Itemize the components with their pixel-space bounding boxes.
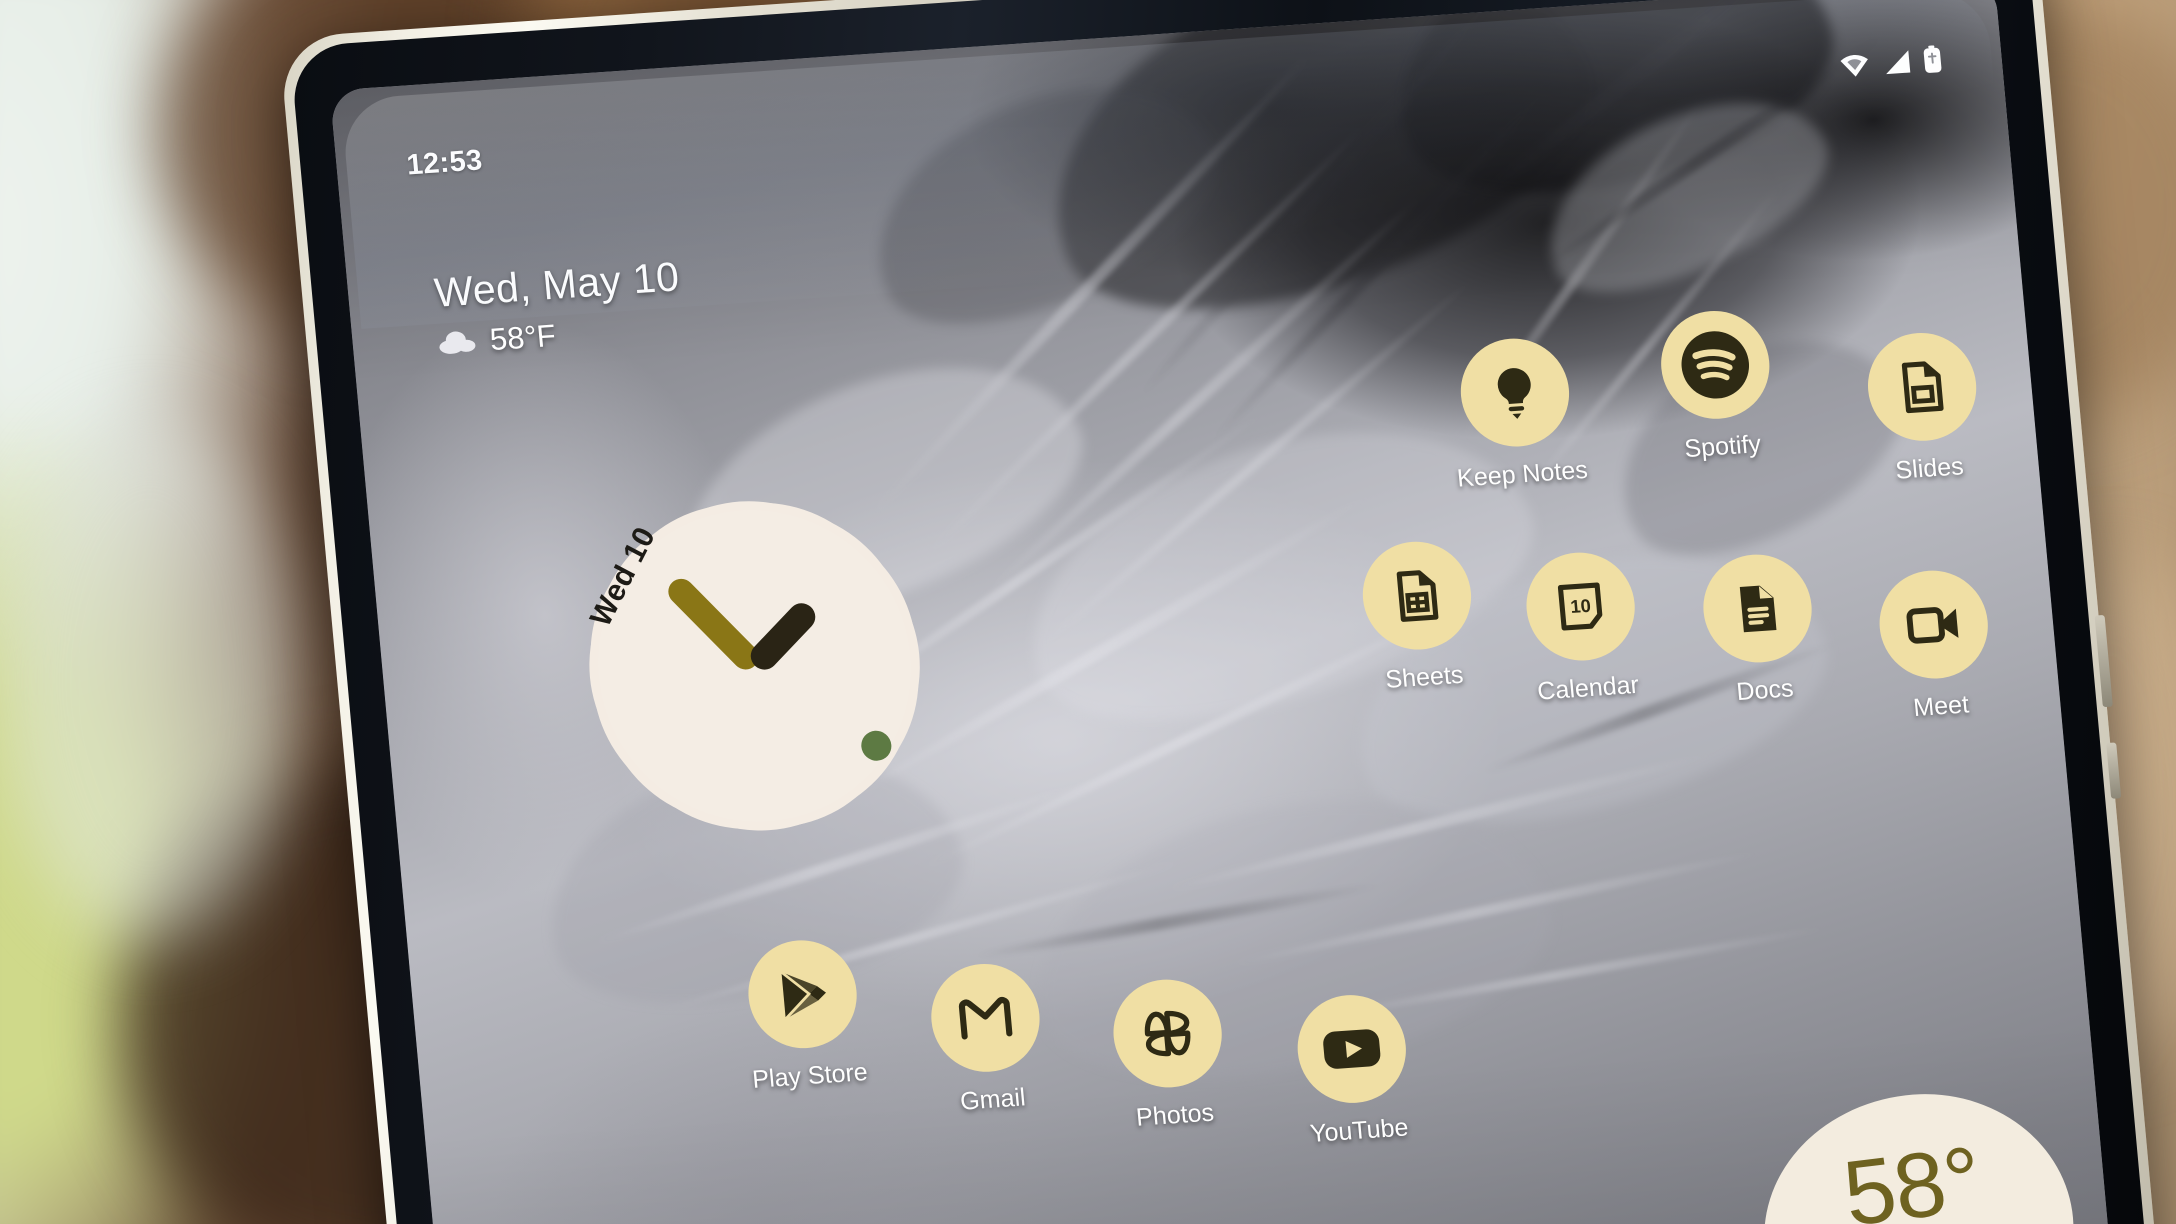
gmail-m-icon [926,960,1045,1076]
app-icon-sheets[interactable]: Sheets [1353,538,1484,696]
svg-text:10: 10 [1569,595,1591,617]
video-camera-icon [1874,567,1993,683]
battery-icon [1922,44,1943,78]
calendar-icon: 10 [1521,549,1640,664]
weather-temperature: 58° [1837,1127,1988,1224]
photo-scene: 12:53 Wed, May 10 58°F Wed 10 58° Keep N… [0,0,2176,1224]
cloud-icon [438,330,478,355]
app-label: Docs [1735,674,1795,707]
app-label: Spotify [1683,430,1763,464]
cellular-signal-icon [1881,48,1912,81]
youtube-play-icon [1292,991,1411,1107]
spotify-icon [1656,307,1775,423]
app-icon-spotify[interactable]: Spotify [1651,307,1782,465]
app-label: Sheets [1384,660,1465,694]
pixel-fold-device: 12:53 Wed, May 10 58°F Wed 10 58° Keep N… [278,0,2162,1224]
play-store-icon [743,936,862,1052]
app-icon-calendar[interactable]: 10 Calendar [1517,549,1648,707]
analog-clock-widget[interactable]: Wed 10 [532,444,977,888]
app-icon-slides[interactable]: Slides [1858,329,1989,487]
device-screen[interactable]: 12:53 Wed, May 10 58°F Wed 10 58° Keep N… [329,0,2117,1224]
app-label: Photos [1134,1098,1216,1132]
at-a-glance-temperature: 58°F [488,317,558,358]
app-icon-keep-notes[interactable]: Keep Notes [1451,335,1589,493]
app-icon-youtube[interactable]: YouTube [1288,991,1419,1149]
app-icon-docs[interactable]: Docs [1694,551,1825,709]
lightbulb-icon [1456,335,1574,451]
app-label: Slides [1894,452,1965,485]
app-label: Gmail [959,1083,1027,1116]
at-a-glance-widget[interactable]: Wed, May 10 58°F [432,253,685,361]
docs-document-icon [1698,551,1817,666]
status-bar-icons [1838,44,1943,84]
sheets-document-icon [1358,538,1476,654]
background-splotch [0,420,300,940]
status-bar-clock: 12:53 [405,143,484,181]
wifi-icon [1838,50,1871,83]
slides-document-icon [1863,329,1981,445]
app-label: Meet [1912,690,1971,723]
photos-pinwheel-icon [1108,976,1227,1091]
app-icon-play-store[interactable]: Play Store [739,936,870,1094]
app-icon-meet[interactable]: Meet [1870,567,2001,725]
app-icon-gmail[interactable]: Gmail [922,960,1053,1118]
app-icon-photos[interactable]: Photos [1104,976,1235,1134]
